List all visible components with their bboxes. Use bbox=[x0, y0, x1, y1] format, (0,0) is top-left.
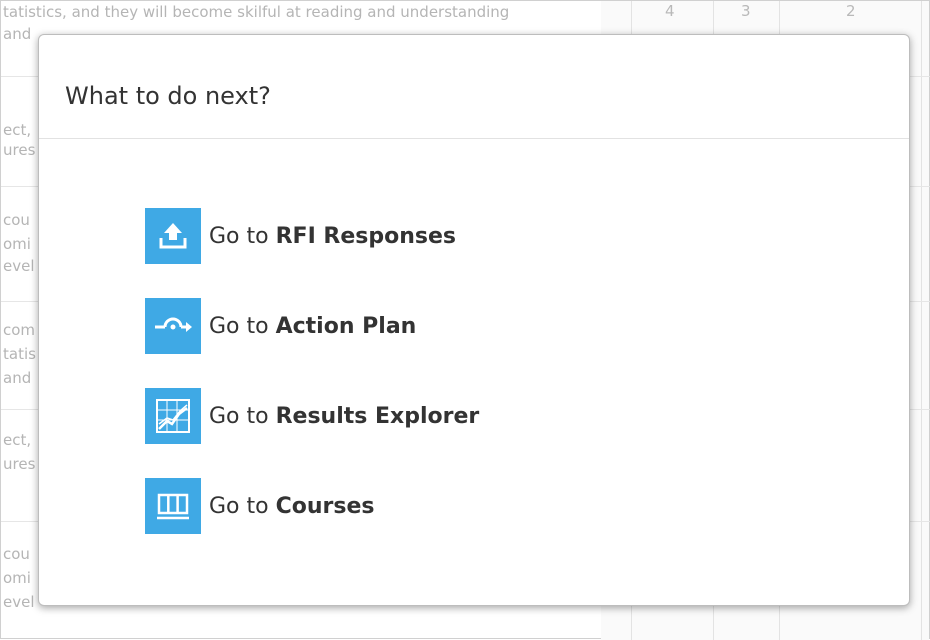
bg-row-text: and bbox=[3, 369, 32, 387]
bg-score: 4 bbox=[665, 2, 675, 20]
bg-row-text: cou bbox=[3, 211, 30, 229]
bg-row-text: tatis bbox=[3, 345, 36, 363]
dialog-title: What to do next? bbox=[65, 82, 271, 110]
action-plan-icon bbox=[145, 298, 201, 354]
go-to-action-plan-link[interactable]: Go to Action Plan bbox=[145, 298, 416, 354]
go-to-results-explorer-link[interactable]: Go to Results Explorer bbox=[145, 388, 479, 444]
dialog-header: What to do next? bbox=[39, 35, 909, 139]
bg-row-text: ures bbox=[3, 455, 36, 473]
bg-row-text: omi bbox=[3, 235, 31, 253]
go-to-rfi-responses-link[interactable]: Go to RFI Responses bbox=[145, 208, 456, 264]
bg-row-text: ect, bbox=[3, 121, 32, 139]
bg-row-text: cou bbox=[3, 545, 30, 563]
bg-row-text: omi bbox=[3, 569, 31, 587]
bg-column-divider bbox=[921, 1, 922, 640]
nav-label: Go to Action Plan bbox=[209, 313, 417, 339]
go-to-courses-link[interactable]: Go to Courses bbox=[145, 478, 374, 534]
chart-icon bbox=[145, 388, 201, 444]
nav-label: Go to Courses bbox=[209, 493, 375, 519]
bg-score: 2 bbox=[846, 2, 856, 20]
nav-label: Go to Results Explorer bbox=[209, 403, 480, 429]
bg-row-text: ect, bbox=[3, 431, 32, 449]
bg-row-text: tatistics, and they will become skilful … bbox=[3, 3, 510, 21]
nav-label: Go to RFI Responses bbox=[209, 223, 456, 249]
next-steps-dialog: What to do next? Go to RFI Responses Go … bbox=[38, 34, 910, 606]
bg-row-text: and bbox=[3, 25, 32, 43]
bg-row-text: ures bbox=[3, 141, 36, 159]
bg-row-text: evel bbox=[3, 257, 35, 275]
bg-row-text: com bbox=[3, 321, 36, 339]
courses-icon bbox=[145, 478, 201, 534]
bg-score: 3 bbox=[741, 2, 751, 20]
bg-row-text: evel bbox=[3, 593, 35, 611]
upload-icon bbox=[145, 208, 201, 264]
